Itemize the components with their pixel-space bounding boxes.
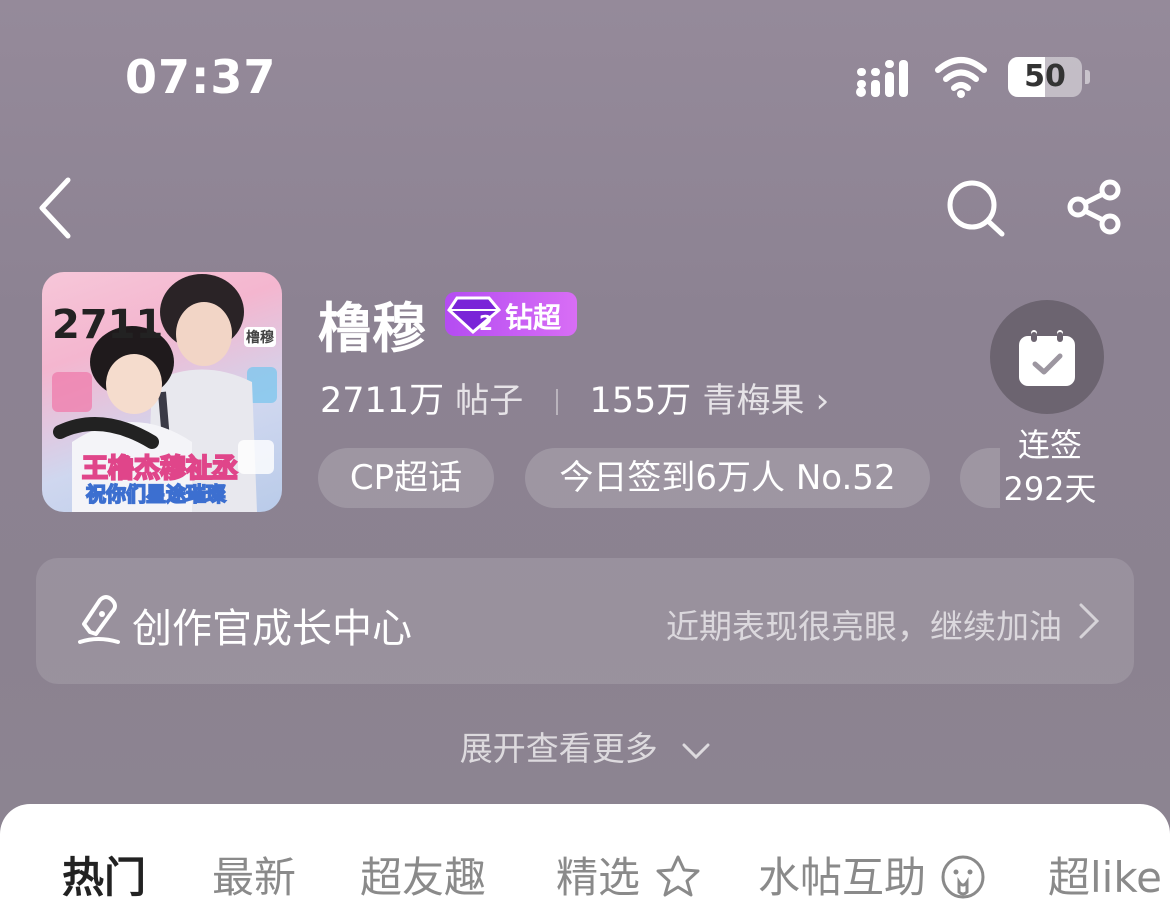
tab-hot[interactable]: 热门	[62, 844, 146, 905]
battery-icon: 50	[1008, 57, 1082, 97]
battery-percent: 50	[1024, 59, 1066, 94]
badge-level: 2	[479, 311, 493, 334]
chevron-down-icon	[682, 743, 710, 759]
emoji-face-icon	[941, 855, 985, 899]
fans-label[interactable]: 青梅果	[702, 381, 804, 421]
tab-featured[interactable]: 精选	[556, 844, 701, 905]
calendar-check-icon	[1019, 330, 1075, 386]
growth-hint: 近期表现很亮眼，继续加油	[666, 607, 1062, 646]
wifi-icon	[935, 57, 987, 98]
chevron-right-icon[interactable]: ›	[816, 381, 830, 421]
expand-label: 展开查看更多	[459, 729, 658, 768]
cover-line2: 祝你们星途璀璨	[85, 481, 227, 507]
status-time: 07:37	[125, 50, 277, 104]
battery-nub	[1085, 70, 1090, 84]
posts-label: 帖子	[455, 381, 524, 421]
fans-count[interactable]: 155万	[590, 381, 692, 421]
checkin-days: 292天	[1003, 470, 1097, 508]
diamond-icon: 2	[447, 296, 502, 334]
tab-water-help[interactable]: 水帖互助	[758, 844, 987, 905]
checkin-button[interactable]	[990, 300, 1104, 414]
back-arrow-icon[interactable]	[34, 176, 74, 240]
badge-label: 钻超	[505, 301, 562, 334]
tab-super-like[interactable]: 超like	[1048, 844, 1162, 905]
cover-name-tag: 橹穆	[244, 327, 276, 347]
expand-more-link[interactable]: 展开查看更多	[0, 722, 1170, 770]
checkin-label: 连签	[1017, 426, 1082, 464]
cellular-signal-icon	[856, 60, 908, 97]
feed-tab-bar: 热门 最新 超友趣 精选 水帖互助 超like	[0, 804, 1170, 909]
cover-number: 2711	[52, 302, 164, 348]
tab-featured-label: 精选	[556, 853, 641, 902]
topic-title: 橹穆	[318, 297, 426, 360]
share-icon[interactable]	[1064, 178, 1126, 236]
topic-stats: 2711万 帖子 155万 青梅果 ›	[320, 372, 829, 423]
chip-overflow[interactable]	[960, 448, 1000, 508]
topic-cover-image[interactable]: 2711 橹穆 王橹杰穆祉丞 祝你们星途璀璨	[42, 272, 282, 512]
growth-label: 创作官成长中心	[132, 606, 412, 652]
diamond-super-badge[interactable]: 2 钻超	[445, 292, 577, 336]
search-icon[interactable]	[945, 178, 1007, 238]
tab-latest[interactable]: 最新	[212, 844, 296, 905]
star-icon	[656, 855, 700, 897]
creator-growth-center[interactable]: 创作官成长中心 近期表现很亮眼，继续加油	[36, 558, 1134, 684]
chevron-right-icon	[1079, 603, 1100, 639]
tab-fun[interactable]: 超友趣	[360, 844, 486, 905]
chip-checkin-rank[interactable]: 今日签到6万人 No.52	[525, 448, 930, 508]
stats-divider	[556, 389, 559, 415]
tab-water-help-label: 水帖互助	[758, 853, 927, 902]
chip-cp-topic[interactable]: CP超话	[318, 448, 494, 508]
posts-count: 2711万	[320, 381, 445, 421]
checkin-streak: 连签 292天	[1000, 423, 1100, 511]
pen-icon	[78, 595, 120, 644]
